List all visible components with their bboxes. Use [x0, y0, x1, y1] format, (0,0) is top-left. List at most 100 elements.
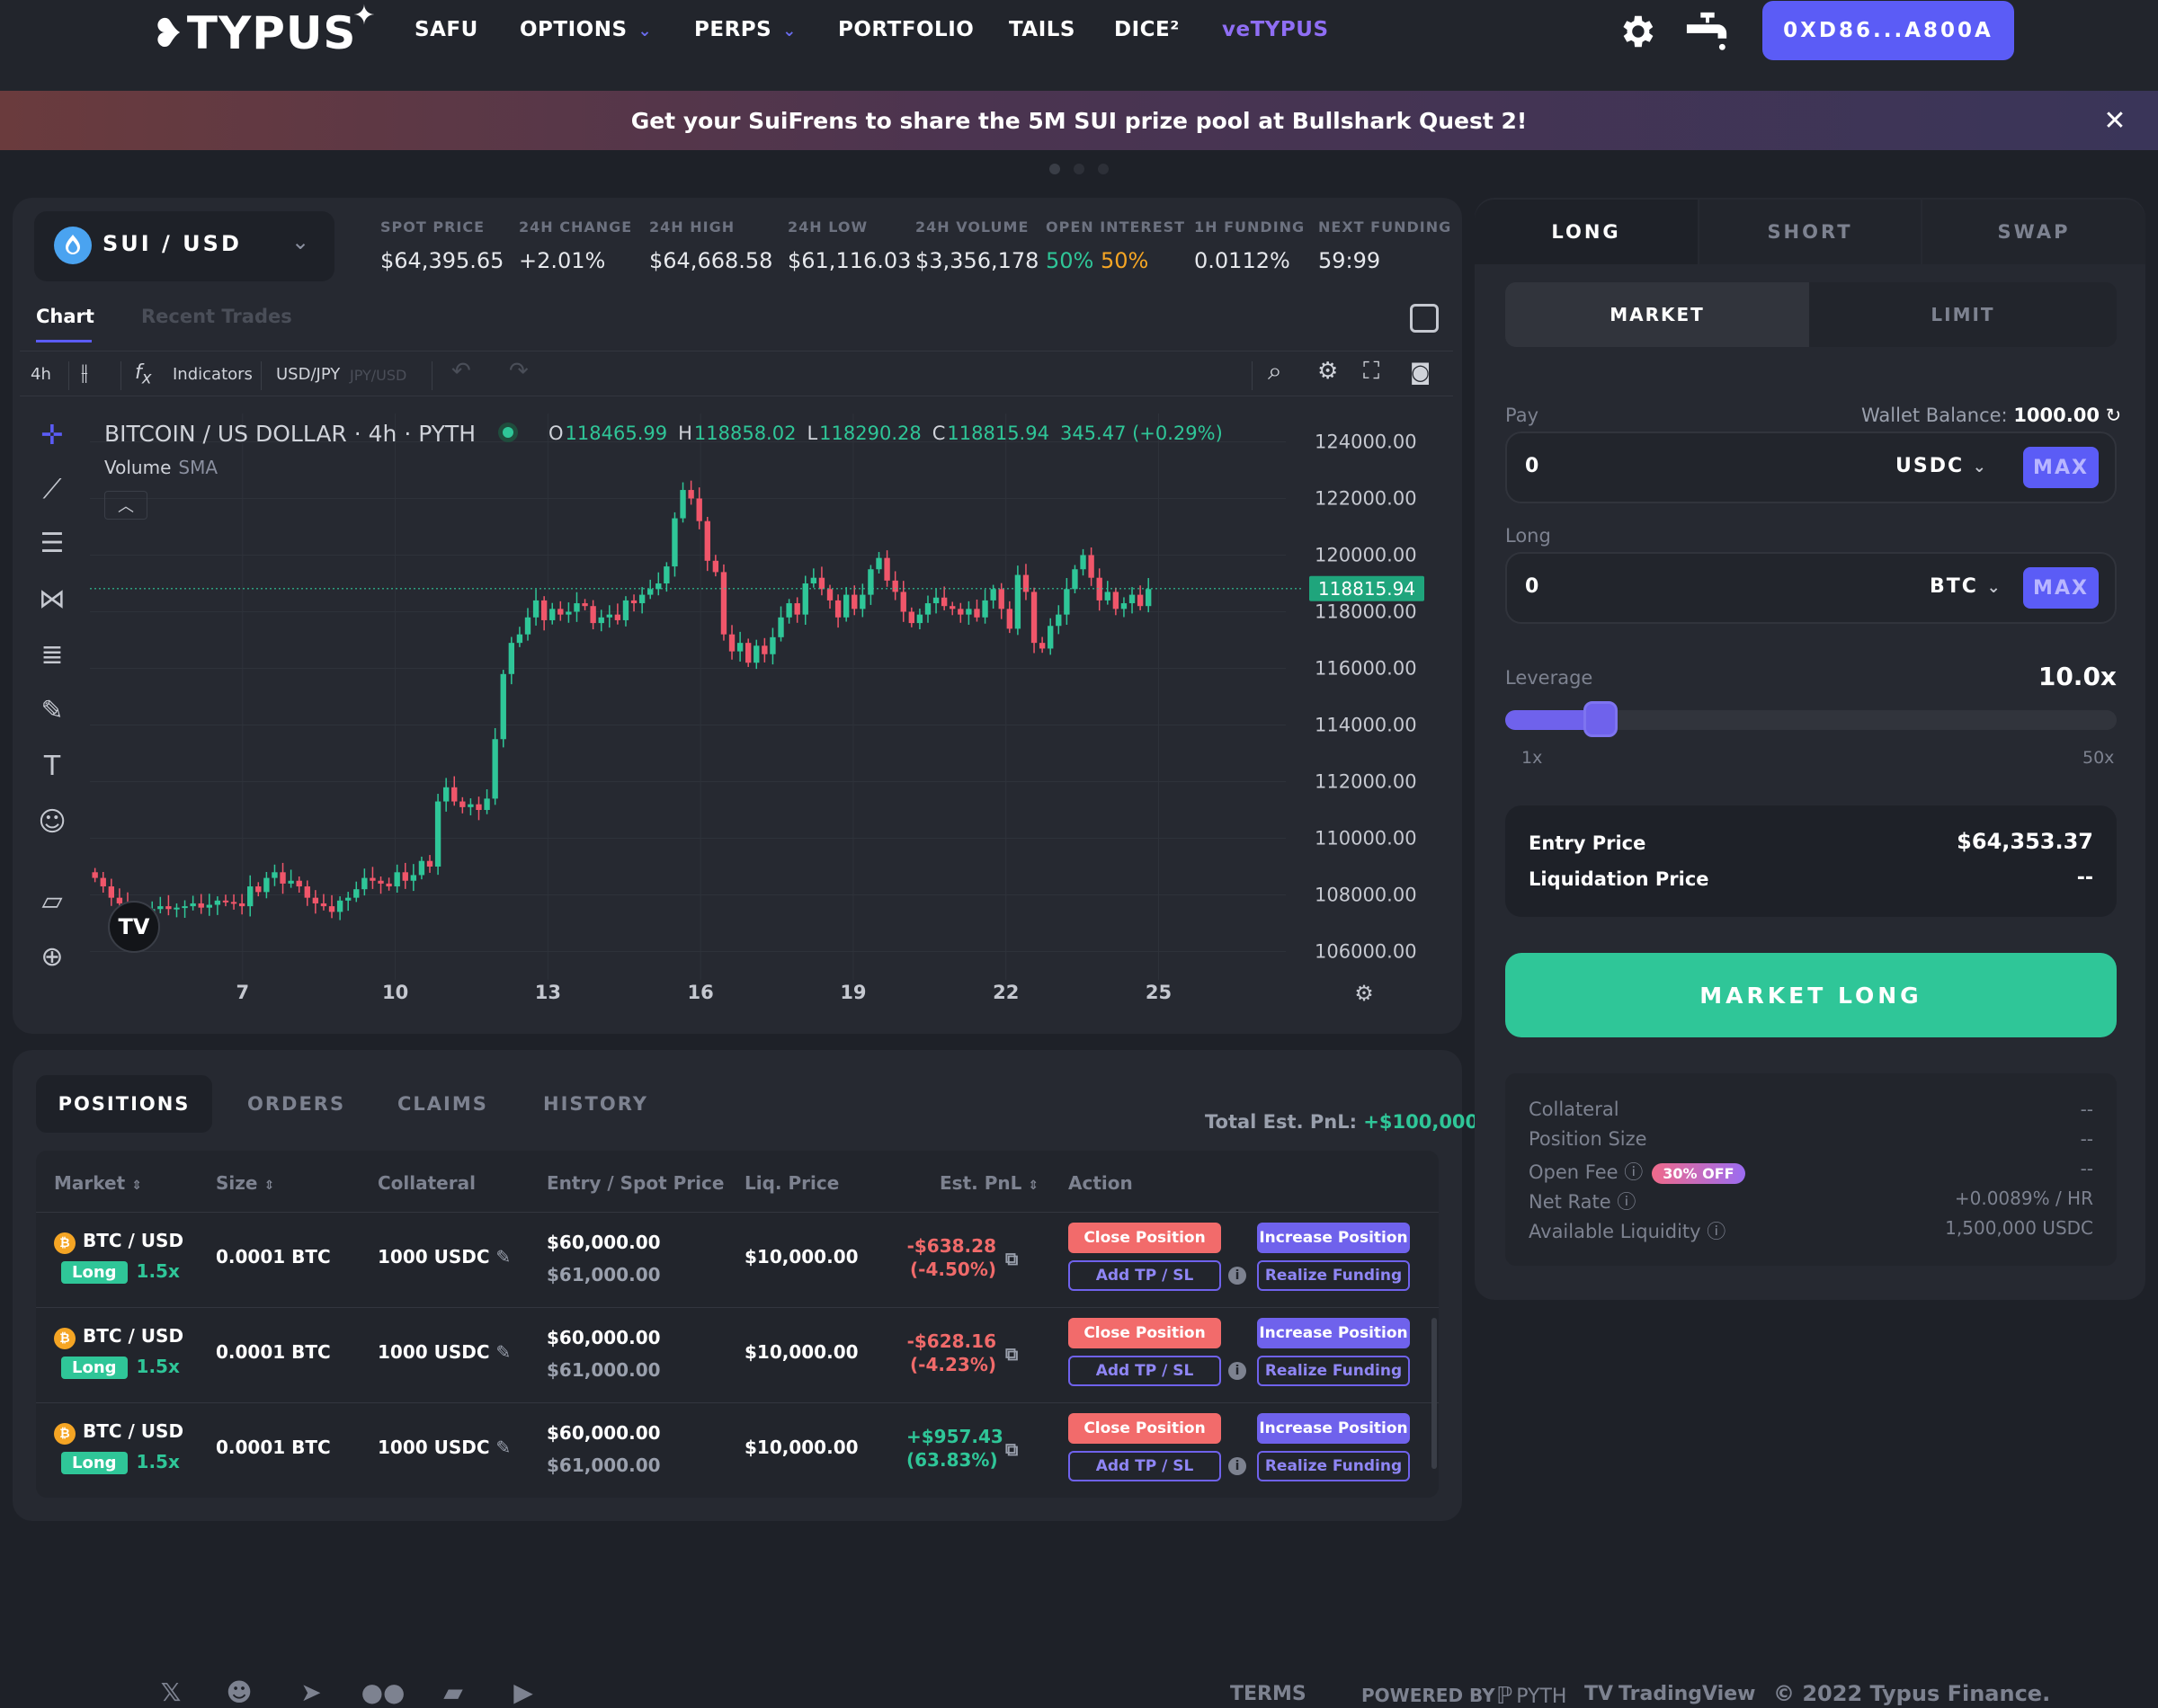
tab-orders[interactable]: ORDERS [247, 1093, 345, 1115]
expand-icon[interactable] [1410, 304, 1439, 333]
folder-icon[interactable]: ▰ [439, 1677, 468, 1707]
settings-icon[interactable]: ⚙ [1317, 358, 1338, 385]
pattern-icon[interactable]: ⋈ [34, 581, 70, 617]
token-select-usdc[interactable]: USDC ⌄ [1895, 455, 1988, 477]
fib-icon[interactable]: ☰ [34, 525, 70, 561]
brush-icon[interactable]: ✎ [34, 692, 70, 728]
col-size[interactable]: Size ⇕ [216, 1172, 274, 1194]
text-icon[interactable]: T [34, 748, 70, 784]
market-selector[interactable]: SUI / USD ⌄ [34, 211, 334, 281]
increase-position-button[interactable]: Increase Position [1257, 1413, 1410, 1444]
close-position-button[interactable]: Close Position [1068, 1413, 1221, 1444]
refresh-icon[interactable]: ↻ [2106, 405, 2122, 426]
edit-icon[interactable]: ✎ [496, 1246, 512, 1268]
market-long-button[interactable]: MARKET LONG [1505, 953, 2117, 1037]
medium-icon[interactable]: ●● [361, 1677, 406, 1707]
tab-history[interactable]: HISTORY [543, 1093, 648, 1115]
emoji-icon[interactable]: ☺ [34, 804, 70, 840]
tab-recent-trades[interactable]: Recent Trades [141, 306, 292, 327]
edit-icon[interactable]: ✎ [496, 1437, 512, 1458]
realize-funding-button[interactable]: Realize Funding [1257, 1451, 1410, 1481]
info-icon[interactable]: i [1228, 1362, 1246, 1380]
price-chart[interactable]: 124000.00 122000.00 120000.00 118000.00 1160… [90, 405, 1448, 1016]
add-tp-sl-button[interactable]: Add TP / SL [1068, 1260, 1221, 1291]
tradingview-logo[interactable]: TV [108, 901, 160, 953]
close-icon[interactable]: ✕ [2099, 104, 2131, 137]
tab-short[interactable]: SHORT [1699, 200, 1921, 264]
trend-line-icon[interactable]: ⟋ [34, 471, 70, 507]
col-est-pnl[interactable]: Est. PnL ⇕ [940, 1172, 1039, 1194]
col-market[interactable]: Market ⇕ [54, 1172, 142, 1194]
info-icon[interactable]: i [1228, 1457, 1246, 1475]
carousel-dot[interactable] [1098, 164, 1109, 174]
realize-funding-button[interactable]: Realize Funding [1257, 1260, 1410, 1291]
nav-vetypus[interactable]: veTYPUS [1222, 18, 1329, 45]
add-tp-sl-button[interactable]: Add TP / SL [1068, 1451, 1221, 1481]
add-tp-sl-button[interactable]: Add TP / SL [1068, 1356, 1221, 1386]
nav-options[interactable]: OPTIONS ⌄ [520, 18, 652, 45]
indicators-icon[interactable]: fx [135, 361, 152, 387]
fullscreen-icon[interactable]: ⛶ [1363, 358, 1379, 386]
terms-link[interactable]: TERMS [1230, 1683, 1306, 1705]
tradingview-footer-logo[interactable]: TV TradingView [1584, 1683, 1755, 1705]
typus-logo[interactable]: ❥ TYPUS ✦ [151, 0, 375, 61]
compare-symbol-a[interactable]: USD/JPY [276, 365, 340, 384]
realize-funding-button[interactable]: Realize Funding [1257, 1356, 1410, 1386]
tab-limit[interactable]: LIMIT [1809, 282, 2117, 347]
crosshair-icon[interactable]: ✛ [34, 417, 70, 453]
tab-chart[interactable]: Chart [36, 306, 94, 327]
info-icon[interactable]: i [1228, 1267, 1246, 1285]
discord-icon[interactable]: ☻ [225, 1677, 254, 1707]
nav-dice[interactable]: DICE² [1114, 18, 1180, 45]
candle-type-icon[interactable]: ⫲ [81, 360, 88, 385]
info-icon[interactable]: ⓘ [1617, 1191, 1636, 1213]
nav-tails[interactable]: TAILS [1009, 18, 1075, 45]
interval-button[interactable]: 4h [31, 365, 51, 384]
camera-icon[interactable]: ◙ [1410, 360, 1431, 385]
carousel-dot[interactable] [1049, 164, 1060, 174]
undo-icon[interactable]: ↶ [451, 358, 471, 385]
carousel-dot[interactable] [1074, 164, 1084, 174]
edit-icon[interactable]: ✎ [496, 1341, 512, 1363]
pyth-logo[interactable]: ℙ PYTH [1496, 1683, 1566, 1708]
increase-position-button[interactable]: Increase Position [1257, 1223, 1410, 1253]
youtube-icon[interactable]: ▶ [509, 1677, 538, 1707]
nav-portfolio[interactable]: PORTFOLIO [838, 18, 974, 45]
tab-market[interactable]: MARKET [1505, 282, 1809, 347]
wallet-button[interactable]: 0XD86...A800A [1762, 1, 2014, 60]
info-icon[interactable]: ⓘ [1624, 1161, 1643, 1183]
max-button[interactable]: MAX [2023, 567, 2099, 609]
gear-icon[interactable] [1616, 11, 1657, 52]
zoom-settings-icon[interactable]: ⌕ [1268, 356, 1282, 387]
long-input[interactable]: 0 BTC ⌄ MAX [1505, 552, 2117, 624]
tab-positions[interactable]: POSITIONS [36, 1075, 212, 1133]
tab-long[interactable]: LONG [1475, 200, 1698, 264]
indicators-button[interactable]: Indicators [173, 365, 253, 384]
leverage-slider-handle[interactable] [1583, 701, 1618, 737]
token-select-btc[interactable]: BTC ⌄ [1930, 575, 2002, 598]
share-icon[interactable]: ⧉ [1005, 1438, 1018, 1460]
share-icon[interactable]: ⧉ [1005, 1343, 1018, 1365]
ruler-icon[interactable]: ▱ [34, 883, 70, 919]
info-icon[interactable]: ⓘ [1707, 1221, 1726, 1242]
tab-claims[interactable]: CLAIMS [397, 1093, 488, 1115]
faucet-icon[interactable] [1683, 9, 1732, 54]
increase-position-button[interactable]: Increase Position [1257, 1318, 1410, 1348]
tab-swap[interactable]: SWAP [1922, 200, 2145, 264]
redo-icon[interactable]: ↷ [509, 358, 529, 385]
share-icon[interactable]: ⧉ [1005, 1248, 1018, 1269]
max-button[interactable]: MAX [2023, 447, 2099, 488]
close-position-button[interactable]: Close Position [1068, 1318, 1221, 1348]
x-icon[interactable]: 𝕏 [156, 1677, 185, 1707]
nav-safu[interactable]: SAFU [415, 18, 478, 45]
compare-symbol-b[interactable]: JPY/USD [350, 367, 406, 384]
zoom-in-icon[interactable]: ⊕ [34, 939, 70, 974]
scrollbar[interactable] [1431, 1318, 1437, 1469]
nav-perps[interactable]: PERPS ⌄ [694, 18, 797, 45]
promo-banner[interactable]: Get your SuiFrens to share the 5M SUI pr… [0, 91, 2158, 150]
telegram-icon[interactable]: ➤ [297, 1677, 325, 1707]
collapse-legend-button[interactable]: ︿ [104, 491, 147, 520]
prediction-icon[interactable]: ≣ [34, 636, 70, 672]
pay-input[interactable]: 0 USDC ⌄ MAX [1505, 431, 2117, 503]
chart-settings-icon[interactable]: ⚙ [1349, 978, 1379, 1009]
